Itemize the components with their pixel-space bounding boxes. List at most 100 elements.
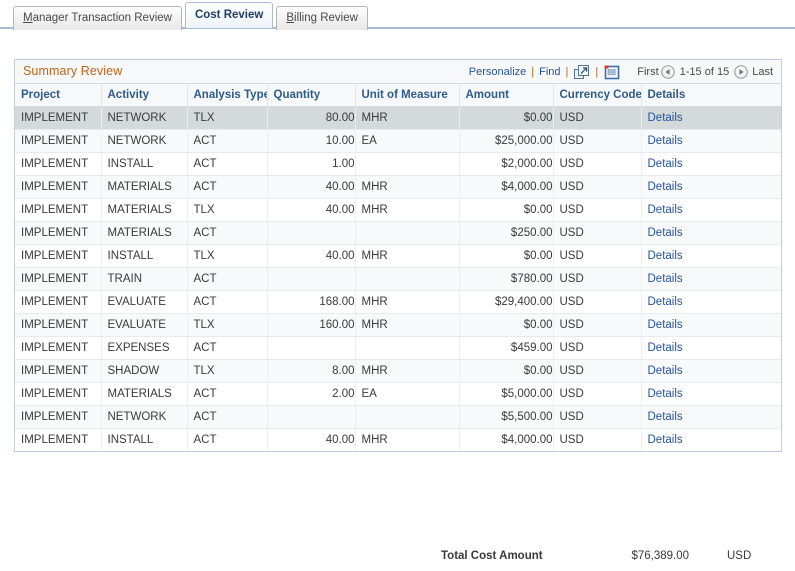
table-row[interactable]: IMPLEMENT MATERIALS ACT 40.00 MHR $4,000.00 US… xyxy=(15,175,781,199)
details-link[interactable]: Details xyxy=(648,135,683,147)
cell-project: IMPLEMENT xyxy=(15,152,102,176)
cell-project: IMPLEMENT xyxy=(15,129,102,153)
cell-project: IMPLEMENT xyxy=(15,198,102,222)
details-link[interactable]: Details xyxy=(648,319,683,331)
details-link[interactable]: Details xyxy=(648,296,683,308)
cell-details: Details xyxy=(641,336,781,360)
details-link[interactable]: Details xyxy=(648,273,683,285)
details-link[interactable]: Details xyxy=(648,250,683,262)
table-row[interactable]: IMPLEMENT NETWORK ACT $5,500.00 USD Details xyxy=(15,405,781,429)
column-header-details[interactable]: Details xyxy=(641,84,781,107)
column-header-amount[interactable]: Amount xyxy=(459,84,554,107)
panel-header: Summary Review Personalize | Find | | Fi… xyxy=(15,60,781,84)
toolbar-separator: | xyxy=(595,66,599,78)
cell-analysis-type: ACT xyxy=(187,152,268,176)
cell-analysis-type: TLX xyxy=(187,106,268,130)
table-row[interactable]: IMPLEMENT EXPENSES ACT $459.00 USD Details xyxy=(15,336,781,360)
cell-project: IMPLEMENT xyxy=(15,313,102,337)
cell-quantity: 80.00 xyxy=(267,106,356,130)
next-page-icon[interactable] xyxy=(734,65,749,79)
cell-amount: $780.00 xyxy=(459,267,554,291)
cell-unit-of-measure: MHR xyxy=(355,175,460,199)
table-row[interactable]: IMPLEMENT EVALUATE ACT 168.00 MHR $29,400.00 U… xyxy=(15,290,781,314)
cell-quantity xyxy=(267,267,356,291)
details-link[interactable]: Details xyxy=(648,342,683,354)
cell-details: Details xyxy=(641,405,781,429)
summary-review-panel: Summary Review Personalize | Find | | Fi… xyxy=(14,59,782,452)
tab-billing-review[interactable]: Billing Review xyxy=(276,6,368,30)
column-header-unit-of-measure[interactable]: Unit of Measure xyxy=(355,84,460,107)
pager-first-label[interactable]: First xyxy=(635,66,660,78)
details-link[interactable]: Details xyxy=(648,181,683,193)
details-link[interactable]: Details xyxy=(648,434,683,446)
cell-amount: $4,000.00 xyxy=(459,428,554,451)
total-cost-row: Total Cost Amount $76,389.00 USD xyxy=(14,548,782,568)
table-row[interactable]: IMPLEMENT MATERIALS ACT $250.00 USD Details xyxy=(15,221,781,245)
table-row[interactable]: IMPLEMENT TRAIN ACT $780.00 USD Details xyxy=(15,267,781,291)
column-header-quantity[interactable]: Quantity xyxy=(267,84,356,107)
cell-unit-of-measure: MHR xyxy=(355,313,460,337)
details-link[interactable]: Details xyxy=(648,112,683,124)
table-row[interactable]: IMPLEMENT SHADOW TLX 8.00 MHR $0.00 USD Details xyxy=(15,359,781,383)
tab-label: Billing Review xyxy=(286,12,358,24)
cell-unit-of-measure xyxy=(355,336,460,360)
total-cost-amount: $76,389.00 xyxy=(631,550,689,562)
column-header-currency-code[interactable]: Currency Code xyxy=(553,84,642,107)
cell-currency-code: USD xyxy=(553,405,642,429)
pager-last-label[interactable]: Last xyxy=(748,66,775,78)
details-link[interactable]: Details xyxy=(648,158,683,170)
cell-amount: $5,500.00 xyxy=(459,405,554,429)
cell-project: IMPLEMENT xyxy=(15,336,102,360)
cell-project: IMPLEMENT xyxy=(15,267,102,291)
tab-manager-transaction-review[interactable]: Manager Transaction Review xyxy=(13,6,182,30)
table-header-row: Project Activity Analysis Type Quantity … xyxy=(15,84,781,107)
cell-amount: $4,000.00 xyxy=(459,175,554,199)
table-row[interactable]: IMPLEMENT INSTALL TLX 40.00 MHR $0.00 USD Detai… xyxy=(15,244,781,268)
table-row[interactable]: IMPLEMENT INSTALL ACT 40.00 MHR $4,000.00 USD D… xyxy=(15,428,781,451)
cell-project: IMPLEMENT xyxy=(15,106,102,130)
column-header-project[interactable]: Project xyxy=(15,84,102,107)
expand-window-icon[interactable] xyxy=(573,64,590,80)
column-header-analysis-type[interactable]: Analysis Type xyxy=(187,84,268,107)
cell-unit-of-measure xyxy=(355,221,460,245)
download-spreadsheet-icon[interactable] xyxy=(603,64,620,80)
cell-currency-code: USD xyxy=(553,198,642,222)
personalize-link[interactable]: Personalize xyxy=(468,66,527,78)
cell-details: Details xyxy=(641,152,781,176)
table-row[interactable]: IMPLEMENT NETWORK TLX 80.00 MHR $0.00 USD Detai… xyxy=(15,106,781,130)
details-link[interactable]: Details xyxy=(648,411,683,423)
cell-project: IMPLEMENT xyxy=(15,290,102,314)
table-row[interactable]: IMPLEMENT MATERIALS ACT 2.00 EA $5,000.00 USD D… xyxy=(15,382,781,406)
cell-project: IMPLEMENT xyxy=(15,405,102,429)
details-link[interactable]: Details xyxy=(648,365,683,377)
cell-currency-code: USD xyxy=(553,313,642,337)
cell-currency-code: USD xyxy=(553,221,642,245)
details-link[interactable]: Details xyxy=(648,227,683,239)
cell-activity: NETWORK xyxy=(101,106,188,130)
cell-details: Details xyxy=(641,428,781,451)
previous-page-icon[interactable] xyxy=(660,65,675,79)
tab-cost-review[interactable]: Cost Review xyxy=(184,2,274,28)
cell-currency-code: USD xyxy=(553,152,642,176)
cell-unit-of-measure: MHR xyxy=(355,428,460,451)
cell-details: Details xyxy=(641,313,781,337)
cell-currency-code: USD xyxy=(553,290,642,314)
table-row[interactable]: IMPLEMENT NETWORK ACT 10.00 EA $25,000.00 USD D… xyxy=(15,129,781,153)
details-link[interactable]: Details xyxy=(648,204,683,216)
grid-toolbar: Personalize | Find | | First 1-15 of 15 … xyxy=(468,63,775,81)
find-link[interactable]: Find xyxy=(538,66,561,78)
cell-activity: MATERIALS xyxy=(101,221,188,245)
cell-analysis-type: ACT xyxy=(187,267,268,291)
cell-analysis-type: TLX xyxy=(187,313,268,337)
cell-project: IMPLEMENT xyxy=(15,359,102,383)
table-row[interactable]: IMPLEMENT MATERIALS TLX 40.00 MHR $0.00 USD Det… xyxy=(15,198,781,222)
pager-range-label: 1-15 of 15 xyxy=(679,66,730,78)
cell-quantity: 2.00 xyxy=(267,382,356,406)
cell-amount: $5,000.00 xyxy=(459,382,554,406)
details-link[interactable]: Details xyxy=(648,388,683,400)
column-header-activity[interactable]: Activity xyxy=(101,84,188,107)
table-row[interactable]: IMPLEMENT INSTALL ACT 1.00 $2,000.00 USD Detai… xyxy=(15,152,781,176)
cell-currency-code: USD xyxy=(553,267,642,291)
table-row[interactable]: IMPLEMENT EVALUATE TLX 160.00 MHR $0.00 USD Det… xyxy=(15,313,781,337)
total-cost-label: Total Cost Amount xyxy=(441,550,543,562)
